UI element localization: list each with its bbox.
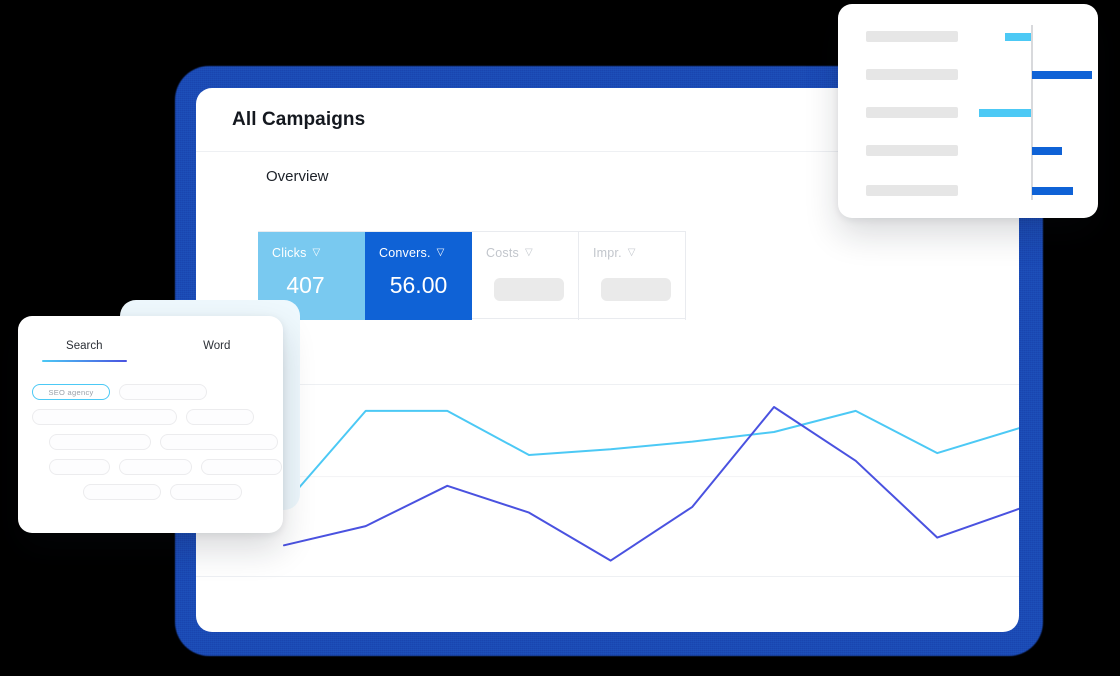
metric-label-impressions: Impr. — [593, 246, 622, 260]
metric-tile-impressions-header: Impr. ▽ — [593, 246, 685, 260]
metric-tile-costs-header: Costs ▽ — [486, 246, 578, 260]
keyword-pill[interactable] — [186, 409, 254, 425]
diverging-axis-line — [1031, 25, 1033, 200]
ranking-change-bar — [1032, 147, 1062, 155]
line-chart-svg — [196, 384, 1019, 577]
keyword-label-placeholder — [866, 145, 958, 156]
tab-search[interactable]: Search — [18, 340, 151, 362]
tab-word-label: Word — [203, 340, 231, 352]
keyword-card-tabs: Search Word — [18, 340, 283, 362]
keyword-pill[interactable] — [83, 484, 161, 500]
metric-value-impressions-placeholder — [601, 278, 671, 301]
chart-line-clicks — [283, 409, 1019, 506]
keyword-search-card: Search Word SEO agency — [18, 316, 283, 533]
metric-label-costs: Costs — [486, 246, 519, 260]
metric-tile-conversions-header: Convers. ▽ — [379, 246, 472, 260]
ranking-change-bar — [1032, 71, 1092, 79]
chevron-down-icon[interactable]: ▽ — [525, 248, 533, 258]
tab-search-label: Search — [66, 340, 103, 352]
keyword-ranking-card — [838, 4, 1098, 218]
ranking-change-bar — [979, 109, 1031, 117]
keyword-pill-row — [32, 409, 282, 425]
metric-tile-conversions[interactable]: Convers. ▽ 56.00 — [365, 232, 472, 320]
chevron-down-icon[interactable]: ▽ — [437, 248, 445, 258]
metric-label-conversions: Convers. — [379, 246, 431, 260]
keyword-pill-row — [32, 484, 282, 500]
keyword-pill[interactable] — [48, 459, 111, 475]
section-label-overview: Overview — [266, 168, 329, 185]
page-title: All Campaigns — [232, 108, 366, 130]
keyword-pill[interactable] — [119, 384, 207, 400]
keyword-pill-row: SEO agency — [32, 384, 282, 400]
metric-value-conversions: 56.00 — [389, 272, 448, 298]
overview-line-chart — [196, 356, 1019, 632]
metric-tile-clicks-header: Clicks ▽ — [272, 246, 365, 260]
keyword-pill[interactable] — [170, 484, 242, 500]
keyword-pill[interactable] — [49, 434, 151, 450]
keyword-label-placeholder — [866, 69, 958, 80]
keyword-label-placeholder — [866, 107, 958, 118]
ranking-change-bar — [1032, 187, 1073, 195]
keyword-label-placeholder — [866, 185, 958, 196]
metric-value-clicks: 407 — [286, 272, 325, 298]
keyword-pill-list: SEO agency — [32, 384, 282, 509]
tab-word[interactable]: Word — [151, 340, 284, 362]
ranking-change-bar — [1005, 33, 1031, 41]
screenshot-stage: All Campaigns Overview Clicks ▽ 407 Conv… — [0, 0, 1120, 676]
chart-gridlines — [196, 384, 1019, 577]
metric-tiles-row: Clicks ▽ 407 Convers. ▽ 56.00 Costs ▽ Im… — [258, 231, 686, 320]
chart-line-conversions — [283, 406, 1019, 562]
metric-label-clicks: Clicks — [272, 246, 307, 260]
keyword-pill[interactable] — [160, 434, 278, 450]
keyword-pill[interactable] — [201, 459, 282, 475]
keyword-pill-active[interactable]: SEO agency — [32, 384, 110, 400]
metric-tile-impressions[interactable]: Impr. ▽ — [579, 232, 686, 320]
keyword-pill[interactable] — [119, 459, 193, 475]
keyword-pill-row — [32, 434, 282, 450]
metric-tile-costs[interactable]: Costs ▽ — [472, 232, 579, 320]
keyword-pill[interactable] — [32, 409, 177, 425]
metric-value-costs-placeholder — [494, 278, 564, 301]
chevron-down-icon[interactable]: ▽ — [313, 248, 321, 258]
keyword-pill-row — [32, 459, 282, 475]
keyword-label-placeholder — [866, 31, 958, 42]
keyword-pill-label: SEO agency — [48, 387, 94, 397]
chevron-down-icon[interactable]: ▽ — [628, 248, 636, 258]
